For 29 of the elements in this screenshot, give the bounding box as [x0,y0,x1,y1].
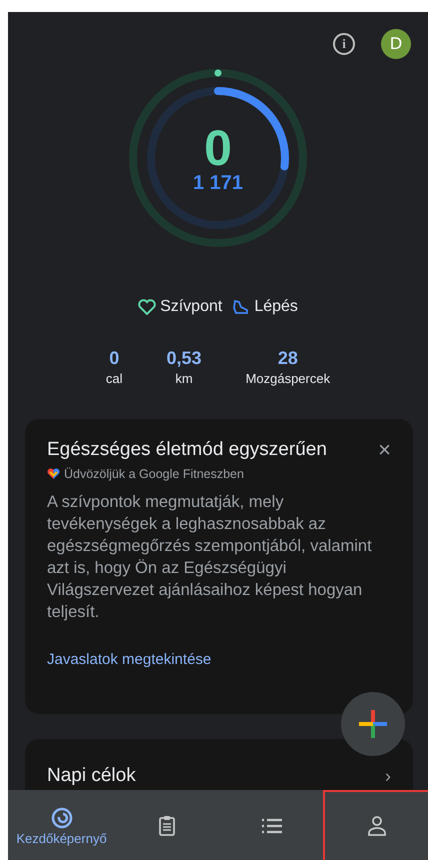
shoe-icon [232,299,250,315]
plus-icon [359,710,387,738]
info-button[interactable]: i [333,33,355,55]
stat-value: 0,53 [166,348,202,369]
stat-value: 0 [109,348,120,369]
list-icon [260,818,282,834]
steps-value: 1 171 [192,172,244,195]
card-title: Napi célok [47,765,136,787]
card-title: Egészséges életmód egyszerűen [47,439,327,461]
heart-points-value: 0 [204,124,232,172]
card-subtitle: Üdvözöljük a Google Fitneszben [64,467,244,481]
nav-tab[interactable] [323,790,428,860]
rings-icon [50,806,72,828]
suggestions-link[interactable]: Javaslatok megtekintése [47,651,212,668]
heart-logo-icon [47,468,60,480]
stat-unit: Mozgáspercek [246,371,330,386]
close-button[interactable]: × [378,437,391,463]
stat-unit: cal [106,371,123,386]
stat-unit: km [175,371,193,386]
card-body-text: A szívpontok megmutatják, mely tevékenységek a leghasznosabbak az egészségmegőrzés szempontjából, valamint azt is, hogy Ön az Egészségügyi Világszervezet ajánlásaihoz képest hogyan teljesít. [47,492,373,623]
nav-tab[interactable]: Kezdőképernyő [8,790,113,860]
legend-label: Lépés [254,298,298,316]
clipboard-icon [158,815,176,837]
chevron-icon: › [385,766,391,786]
person-icon [366,815,386,837]
stat-value: 28 [278,348,298,369]
legend-label: Szívpont [160,298,222,316]
heart-icon [138,299,156,315]
goals-card[interactable]: Napi célok › [25,739,413,793]
